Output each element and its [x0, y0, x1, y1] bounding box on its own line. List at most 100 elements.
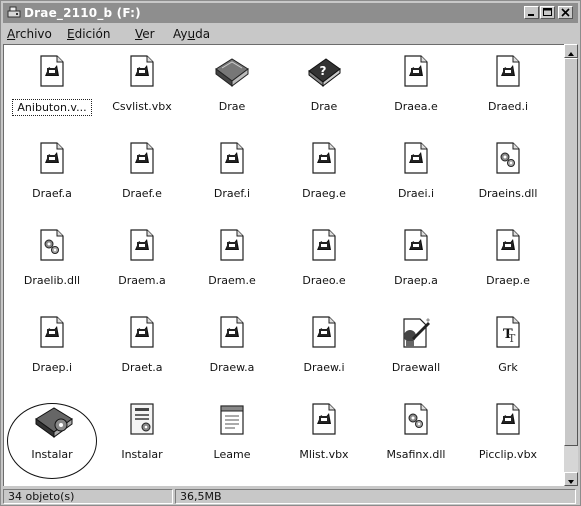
menu-archivo[interactable]: Archivo	[7, 27, 52, 41]
script-icon	[309, 403, 339, 435]
file-item[interactable]: Draep.e	[462, 223, 554, 309]
wizard-icon	[398, 316, 430, 348]
book-icon	[214, 55, 249, 87]
file-item[interactable]: Draem.a	[96, 223, 188, 309]
file-label: Anibuton.v...	[12, 99, 92, 116]
script-icon	[37, 316, 67, 348]
file-label: Draelib.dll	[23, 274, 81, 287]
file-item[interactable]: Draewall	[370, 310, 462, 396]
minimize-button[interactable]	[524, 6, 539, 19]
file-label: Instalar	[31, 448, 73, 461]
file-item[interactable]: Instalar	[6, 397, 98, 483]
menu-bar: Archivo Edición Ver Ayuda	[3, 25, 578, 43]
close-button[interactable]	[558, 6, 573, 19]
file-item[interactable]: Draet.a	[96, 310, 188, 396]
file-label: Draew.i	[303, 361, 345, 374]
minimize-icon	[528, 14, 534, 16]
install-book-icon	[34, 403, 73, 438]
window-title: Drae_2110_b (F:)	[24, 6, 141, 20]
file-label: Draef.e	[122, 187, 162, 200]
svg-text:T: T	[508, 332, 516, 345]
file-item[interactable]: Draem.e	[186, 223, 278, 309]
status-bar: 34 objeto(s) 36,5MB	[3, 488, 578, 505]
scroll-thumb[interactable]	[564, 58, 578, 446]
file-label: Draew.a	[209, 361, 255, 374]
file-item[interactable]: Msafinx.dll	[370, 397, 462, 483]
file-item[interactable]: Mlist.vbx	[278, 397, 370, 483]
script-icon	[127, 55, 157, 87]
file-item[interactable]: T T Grk	[462, 310, 554, 396]
file-label: Draep.a	[394, 274, 438, 287]
script-icon	[127, 316, 157, 348]
file-list[interactable]: Anibuton.v... Csvlist.vbx Drae? Drae Draea.e…	[3, 44, 564, 486]
script-icon	[493, 403, 523, 435]
file-item[interactable]: Draep.i	[6, 310, 98, 396]
script-icon	[493, 55, 523, 87]
explorer-window: Drae_2110_b (F:) Archivo Edición Ver Ayu…	[0, 0, 581, 506]
file-label: Drae	[310, 100, 338, 113]
file-label: Draet.a	[121, 361, 163, 374]
status-object-count: 34 objeto(s)	[3, 489, 173, 504]
file-item[interactable]: Instalar	[96, 397, 188, 483]
file-item[interactable]: ? Drae	[278, 49, 370, 135]
file-label: Draef.i	[213, 187, 251, 200]
file-item[interactable]: Anibuton.v...	[6, 49, 98, 135]
status-total-size: 36,5MB	[175, 489, 576, 504]
file-item[interactable]: Draei.i	[370, 136, 462, 222]
file-item[interactable]: Draew.a	[186, 310, 278, 396]
file-item[interactable]: Draeins.dll	[462, 136, 554, 222]
dll-icon	[401, 403, 431, 435]
vertical-scrollbar[interactable]	[564, 44, 578, 486]
file-item[interactable]: Draep.a	[370, 223, 462, 309]
file-label: Drae	[218, 100, 246, 113]
setup-icon	[127, 403, 157, 435]
file-item[interactable]: Picclip.vbx	[462, 397, 554, 483]
maximize-icon	[543, 8, 552, 16]
file-label: Draei.i	[397, 187, 435, 200]
script-icon	[309, 316, 339, 348]
file-label: Draewall	[391, 361, 441, 374]
script-icon	[127, 229, 157, 261]
notepad-icon	[217, 403, 247, 435]
drive-icon	[7, 6, 21, 18]
file-item[interactable]: Draeg.e	[278, 136, 370, 222]
script-icon	[37, 55, 67, 87]
file-label: Leame	[213, 448, 251, 461]
file-item[interactable]: Draeo.e	[278, 223, 370, 309]
scroll-up-button[interactable]	[564, 44, 578, 58]
menu-ver[interactable]: Ver	[135, 27, 155, 41]
file-item[interactable]: Draew.i	[278, 310, 370, 396]
file-label: Grk	[498, 361, 518, 374]
dll-icon	[37, 229, 67, 261]
file-item[interactable]: Drae	[186, 49, 278, 135]
svg-text:?: ?	[320, 64, 327, 78]
file-label: Draeg.e	[302, 187, 346, 200]
script-icon	[37, 142, 67, 174]
script-icon	[127, 142, 157, 174]
file-label: Msafinx.dll	[386, 448, 446, 461]
file-label: Draeins.dll	[478, 187, 538, 200]
file-item[interactable]: Draelib.dll	[6, 223, 98, 309]
file-item[interactable]: Draef.a	[6, 136, 98, 222]
script-icon	[401, 229, 431, 261]
scroll-down-button[interactable]	[564, 472, 578, 486]
script-icon	[217, 229, 247, 261]
script-icon	[309, 229, 339, 261]
file-item[interactable]: Draed.i	[462, 49, 554, 135]
menu-edicion[interactable]: Edición	[67, 27, 110, 41]
file-item[interactable]: Leame	[186, 397, 278, 483]
maximize-button[interactable]	[540, 6, 555, 19]
file-item[interactable]: Draef.e	[96, 136, 188, 222]
file-label: Draea.e	[394, 100, 438, 113]
file-label: Picclip.vbx	[478, 448, 538, 461]
title-bar[interactable]: Drae_2110_b (F:)	[3, 3, 578, 23]
file-label: Draed.i	[487, 100, 529, 113]
help-book-icon: ?	[306, 55, 341, 88]
font-icon: TT	[493, 316, 523, 348]
file-item[interactable]: Draef.i	[186, 136, 278, 222]
menu-ayuda[interactable]: Ayuda	[173, 27, 210, 41]
file-label: Draem.e	[208, 274, 256, 287]
script-icon	[217, 142, 247, 174]
file-item[interactable]: Csvlist.vbx	[96, 49, 188, 135]
file-item[interactable]: Draea.e	[370, 49, 462, 135]
